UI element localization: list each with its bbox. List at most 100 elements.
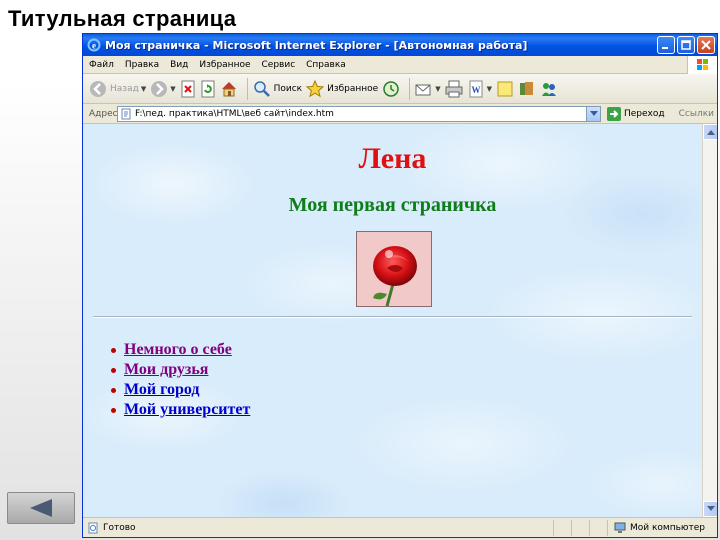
menu-edit[interactable]: Правка (125, 60, 159, 70)
vertical-scrollbar[interactable] (702, 124, 717, 517)
svg-text:W: W (471, 85, 480, 95)
browser-window: e Моя страничка - Microsoft Internet Exp… (82, 33, 718, 538)
stop-icon (181, 80, 195, 97)
link-my-university[interactable]: Мой университет (124, 401, 250, 419)
bullet-icon (111, 367, 116, 373)
bullet-icon (111, 407, 116, 413)
refresh-button[interactable] (200, 80, 216, 98)
scroll-down-icon (707, 506, 715, 511)
menu-favorites[interactable]: Избранное (199, 60, 250, 70)
discuss-button[interactable] (496, 80, 514, 98)
menu-tools[interactable]: Сервис (262, 60, 296, 70)
print-button[interactable] (445, 80, 463, 98)
go-label: Переход (624, 108, 665, 119)
back-nav-button[interactable]: Назад ▼ (89, 80, 146, 98)
address-bar: Адрес: F:\пед. практика\HTML\веб сайт\in… (83, 104, 717, 124)
toolbar-separator (246, 77, 248, 100)
scroll-up-icon (707, 130, 715, 135)
status-bar: Готово Мой компьютер (83, 517, 717, 537)
page-heading: Лена (358, 142, 427, 175)
favorites-label: Избранное (327, 83, 379, 94)
links-button[interactable]: Ссылки (679, 109, 714, 119)
maximize-icon (681, 40, 691, 50)
list-item: Немного о себе (111, 340, 250, 360)
scroll-down-button[interactable] (703, 501, 717, 517)
close-icon (701, 40, 711, 50)
computer-icon (614, 522, 626, 533)
menu-bar: Файл Правка Вид Избранное Сервис Справка (83, 56, 717, 74)
menu-help[interactable]: Справка (306, 60, 346, 70)
svg-text:e: e (92, 41, 96, 51)
page-subheading: Моя первая страничка (288, 194, 497, 216)
back-label: Назад (110, 83, 139, 94)
messenger-button[interactable] (540, 80, 558, 98)
history-icon (383, 80, 399, 97)
status-zone: Мой компьютер (607, 519, 705, 536)
minimize-button[interactable] (657, 36, 675, 54)
status-cell (571, 519, 589, 536)
maximize-button[interactable] (677, 36, 695, 54)
status-ready: Готово (83, 522, 553, 534)
link-my-friends[interactable]: Мои друзья (124, 361, 208, 379)
search-button[interactable]: Поиск (253, 80, 303, 98)
go-arrow-icon (607, 106, 621, 121)
window-title: Моя страничка - Microsoft Internet Explo… (105, 38, 528, 52)
rose-image (356, 231, 432, 307)
address-label: Адрес: (89, 108, 121, 119)
status-text: Готово (103, 522, 136, 533)
favorites-button[interactable]: Избранное (306, 79, 379, 98)
address-input[interactable]: F:\пед. практика\HTML\веб сайт\index.htm (117, 105, 601, 122)
mail-icon (415, 84, 431, 95)
list-item: Мой университет (111, 400, 250, 420)
page-status-icon (88, 522, 98, 533)
research-button[interactable] (518, 80, 536, 98)
zone-text: Мой компьютер (630, 522, 705, 533)
list-item: Мой город (111, 380, 250, 400)
title-bar: e Моя страничка - Microsoft Internet Exp… (83, 34, 717, 56)
rose-icon (357, 232, 431, 307)
forward-arrow-icon (151, 80, 168, 97)
star-icon (306, 79, 325, 97)
bullet-icon (111, 347, 116, 353)
slide-title: Титульная страница (8, 6, 237, 31)
edit-button[interactable]: W ▼ (467, 80, 492, 98)
windows-logo-icon (687, 56, 717, 74)
left-arrow-icon (30, 499, 52, 517)
messenger-icon (542, 82, 556, 96)
go-button[interactable]: Переход (607, 106, 665, 121)
list-item: Мои друзья (111, 360, 250, 380)
forward-dropdown-icon[interactable]: ▼ (170, 85, 175, 93)
note-icon (497, 81, 513, 96)
address-value: F:\пед. практика\HTML\веб сайт\index.htm (135, 108, 334, 119)
toolbar-separator (409, 77, 411, 100)
forward-button[interactable]: ▼ (150, 80, 176, 98)
back-dropdown-icon[interactable]: ▼ (141, 85, 146, 93)
search-label: Поиск (273, 83, 303, 94)
home-button[interactable] (220, 80, 238, 98)
back-arrow-icon (90, 80, 106, 97)
printer-icon (445, 80, 463, 97)
edit-dropdown-icon[interactable]: ▼ (487, 85, 492, 93)
mail-dropdown-icon[interactable]: ▼ (435, 85, 440, 93)
menu-file[interactable]: Файл (89, 60, 114, 70)
minimize-icon (662, 47, 668, 49)
internet-explorer-icon: e (87, 38, 101, 52)
address-dropdown-button[interactable] (586, 106, 600, 121)
refresh-icon (201, 80, 215, 97)
link-list: Немного о себе Мои друзья Мой город Мой … (111, 340, 250, 420)
history-button[interactable] (382, 80, 400, 98)
back-slide-button[interactable] (7, 492, 75, 524)
link-my-city[interactable]: Мой город (124, 381, 200, 399)
scroll-up-button[interactable] (703, 124, 717, 140)
close-button[interactable] (697, 36, 715, 54)
status-cell (553, 519, 571, 536)
link-about-me[interactable]: Немного о себе (124, 341, 232, 359)
status-cell (589, 519, 607, 536)
research-icon (520, 81, 533, 95)
menu-view[interactable]: Вид (170, 60, 188, 70)
stop-button[interactable] (180, 80, 196, 98)
toolbar: Назад ▼ ▼ Поиск Избранное ▼ W ▼ (83, 74, 717, 104)
chevron-down-icon (589, 110, 598, 116)
mail-button[interactable]: ▼ (415, 80, 441, 98)
search-icon (253, 80, 270, 97)
